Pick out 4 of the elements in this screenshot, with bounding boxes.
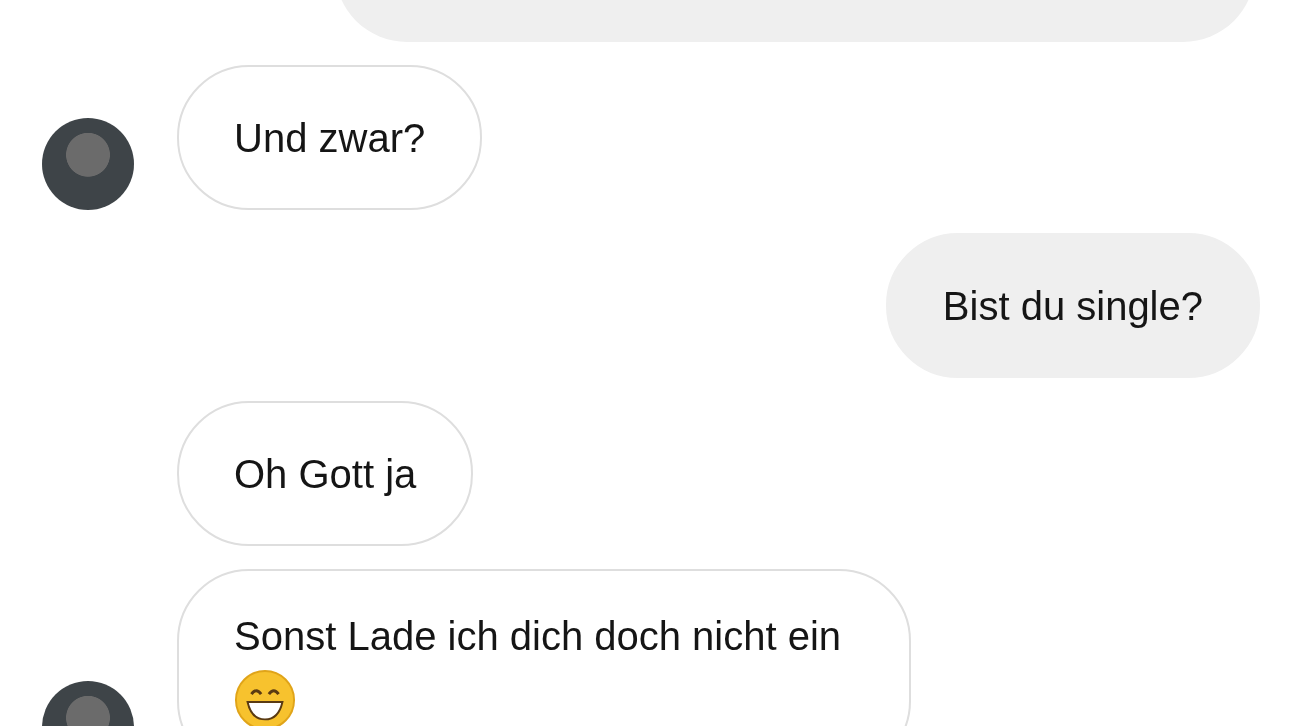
message-text: Bist du single? xyxy=(942,282,1203,330)
message-text: Sonst Lade ich dich doch nicht ein xyxy=(234,613,842,660)
message-text: Oh Gott ja xyxy=(234,450,417,498)
message-text: Und zwar? xyxy=(234,114,426,162)
